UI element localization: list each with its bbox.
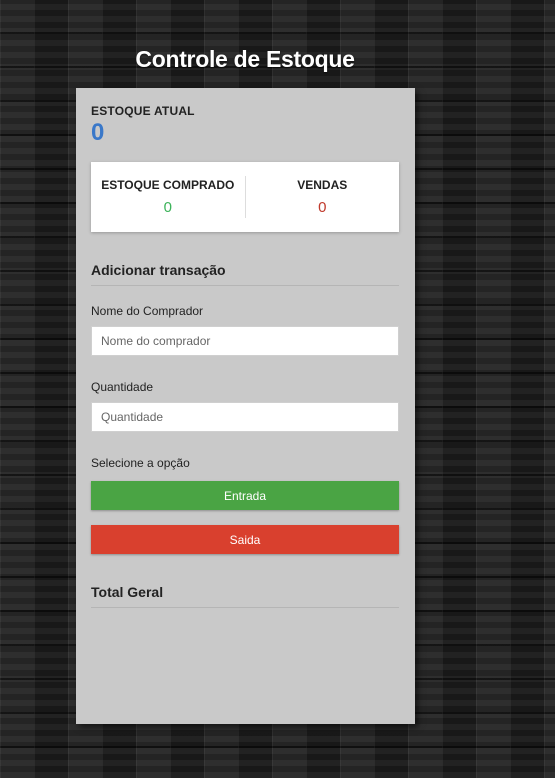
total-heading: Total Geral	[91, 584, 399, 608]
page-title: Controle de Estoque	[135, 46, 355, 72]
quantity-label: Quantidade	[91, 380, 154, 394]
purchased-stock-summary: ESTOQUE COMPRADO 0	[91, 176, 246, 218]
entrada-button[interactable]: Entrada	[91, 481, 399, 510]
purchased-stock-label: ESTOQUE COMPRADO	[101, 178, 235, 192]
buyer-name-input[interactable]	[91, 326, 399, 356]
add-transaction-heading: Adicionar transação	[91, 262, 399, 286]
sales-summary: VENDAS 0	[246, 162, 400, 232]
saida-button[interactable]: Saida	[91, 525, 399, 554]
quantity-input[interactable]	[91, 402, 399, 432]
stock-panel: ESTOQUE ATUAL 0 ESTOQUE COMPRADO 0 VENDA…	[76, 88, 415, 724]
buyer-name-label: Nome do Comprador	[91, 304, 204, 318]
sales-label: VENDAS	[297, 178, 348, 192]
sales-value: 0	[318, 199, 327, 216]
purchased-stock-value: 0	[163, 199, 172, 216]
balance-label: ESTOQUE ATUAL	[91, 104, 195, 118]
summary-card: ESTOQUE COMPRADO 0 VENDAS 0	[91, 162, 399, 232]
select-option-label: Selecione a opção	[91, 456, 190, 470]
balance-value: 0	[91, 119, 105, 146]
